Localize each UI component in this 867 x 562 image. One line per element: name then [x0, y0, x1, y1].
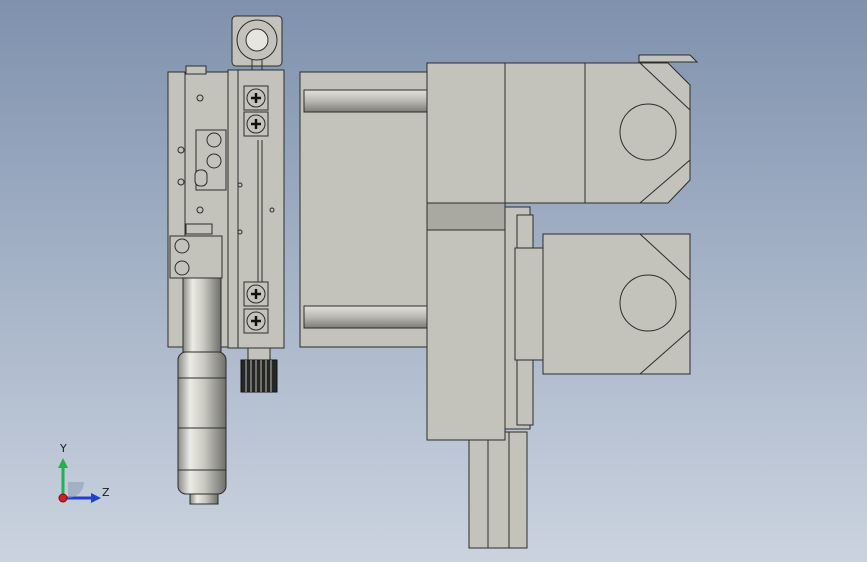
y-axis-arrow [58, 458, 68, 468]
y-axis-label: Y [60, 442, 67, 455]
upper-head-block [426, 54, 699, 204]
center-column [227, 15, 285, 349]
screw-bottom-1 [243, 281, 269, 307]
z-axis-arrow [91, 493, 101, 503]
screw-top-2 [243, 111, 269, 137]
screw-top-1 [243, 85, 269, 111]
cylinder-body [299, 71, 429, 348]
lower-rail [468, 431, 528, 549]
upper-port-circle [619, 103, 677, 161]
z-axis-label: Z [102, 486, 110, 499]
lower-port-circle [619, 274, 677, 332]
micrometer [169, 235, 227, 505]
axis-triad [58, 458, 101, 503]
knurled-knob [240, 347, 278, 393]
cad-viewport[interactable]: Y Z [0, 0, 867, 562]
lower-head-block [426, 202, 691, 441]
model-drawing [58, 15, 699, 549]
x-axis-origin [58, 493, 68, 503]
screw-bottom-2 [243, 308, 269, 334]
